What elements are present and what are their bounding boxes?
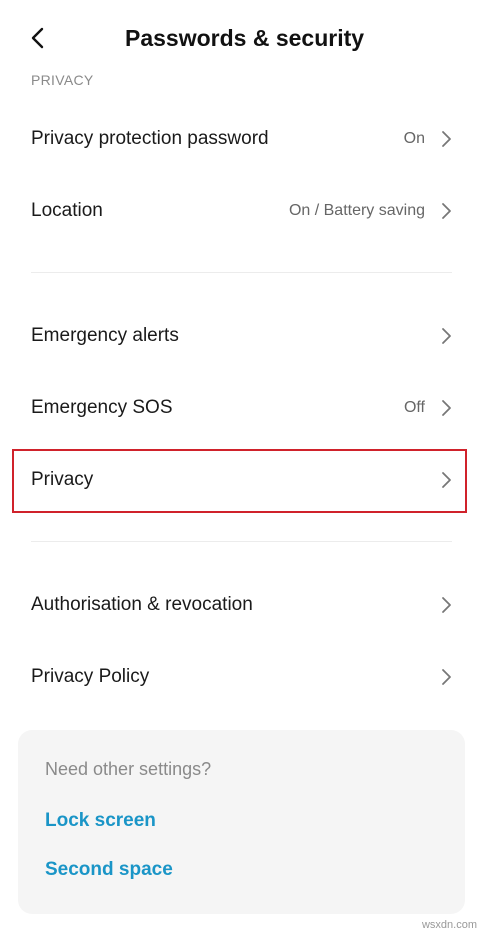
row-value: Off — [403, 399, 425, 416]
settings-row-emergency-alerts[interactable]: Emergency alerts — [0, 300, 483, 372]
settings-row-authorisation-revocation[interactable]: Authorisation & revocation — [0, 569, 483, 641]
row-label: Privacy Policy — [31, 666, 150, 687]
section-divider — [31, 272, 452, 273]
chevron-right-icon — [439, 202, 453, 220]
chevron-right-icon — [439, 327, 453, 345]
settings-row-location[interactable]: Location On / Battery saving — [0, 175, 483, 247]
back-button[interactable] — [22, 22, 54, 54]
row-label: Privacy — [31, 469, 94, 490]
chevron-right-icon — [439, 471, 453, 489]
section-divider — [31, 541, 452, 542]
link-second-space[interactable]: Second space — [45, 859, 173, 881]
settings-row-emergency-sos[interactable]: Emergency SOS Off — [0, 372, 483, 444]
row-label: Privacy protection password — [31, 128, 269, 149]
row-label: Emergency SOS — [31, 397, 173, 418]
row-label: Authorisation & revocation — [31, 594, 253, 615]
row-label: Emergency alerts — [31, 325, 179, 346]
chevron-right-icon — [439, 130, 453, 148]
card-hint: Need other settings? — [45, 759, 212, 779]
watermark: wsxdn.com — [421, 919, 477, 931]
other-settings-card: Need other settings? Lock screen Second … — [18, 730, 465, 914]
settings-row-privacy[interactable]: Privacy — [0, 444, 483, 516]
chevron-right-icon — [439, 399, 453, 417]
row-label: Location — [31, 200, 103, 221]
chevron-right-icon — [439, 668, 453, 686]
row-value: On — [403, 130, 425, 147]
chevron-right-icon — [439, 596, 453, 614]
chevron-left-icon — [31, 27, 44, 49]
page-title: Passwords & security — [125, 25, 365, 51]
link-lock-screen[interactable]: Lock screen — [45, 810, 156, 832]
settings-row-privacy-protection-password[interactable]: Privacy protection password On — [0, 103, 483, 175]
section-label-privacy: PRIVACY — [31, 72, 94, 88]
row-value: On / Battery saving — [288, 202, 425, 219]
settings-row-privacy-policy[interactable]: Privacy Policy — [0, 641, 483, 713]
app-header: Passwords & security — [0, 0, 483, 76]
